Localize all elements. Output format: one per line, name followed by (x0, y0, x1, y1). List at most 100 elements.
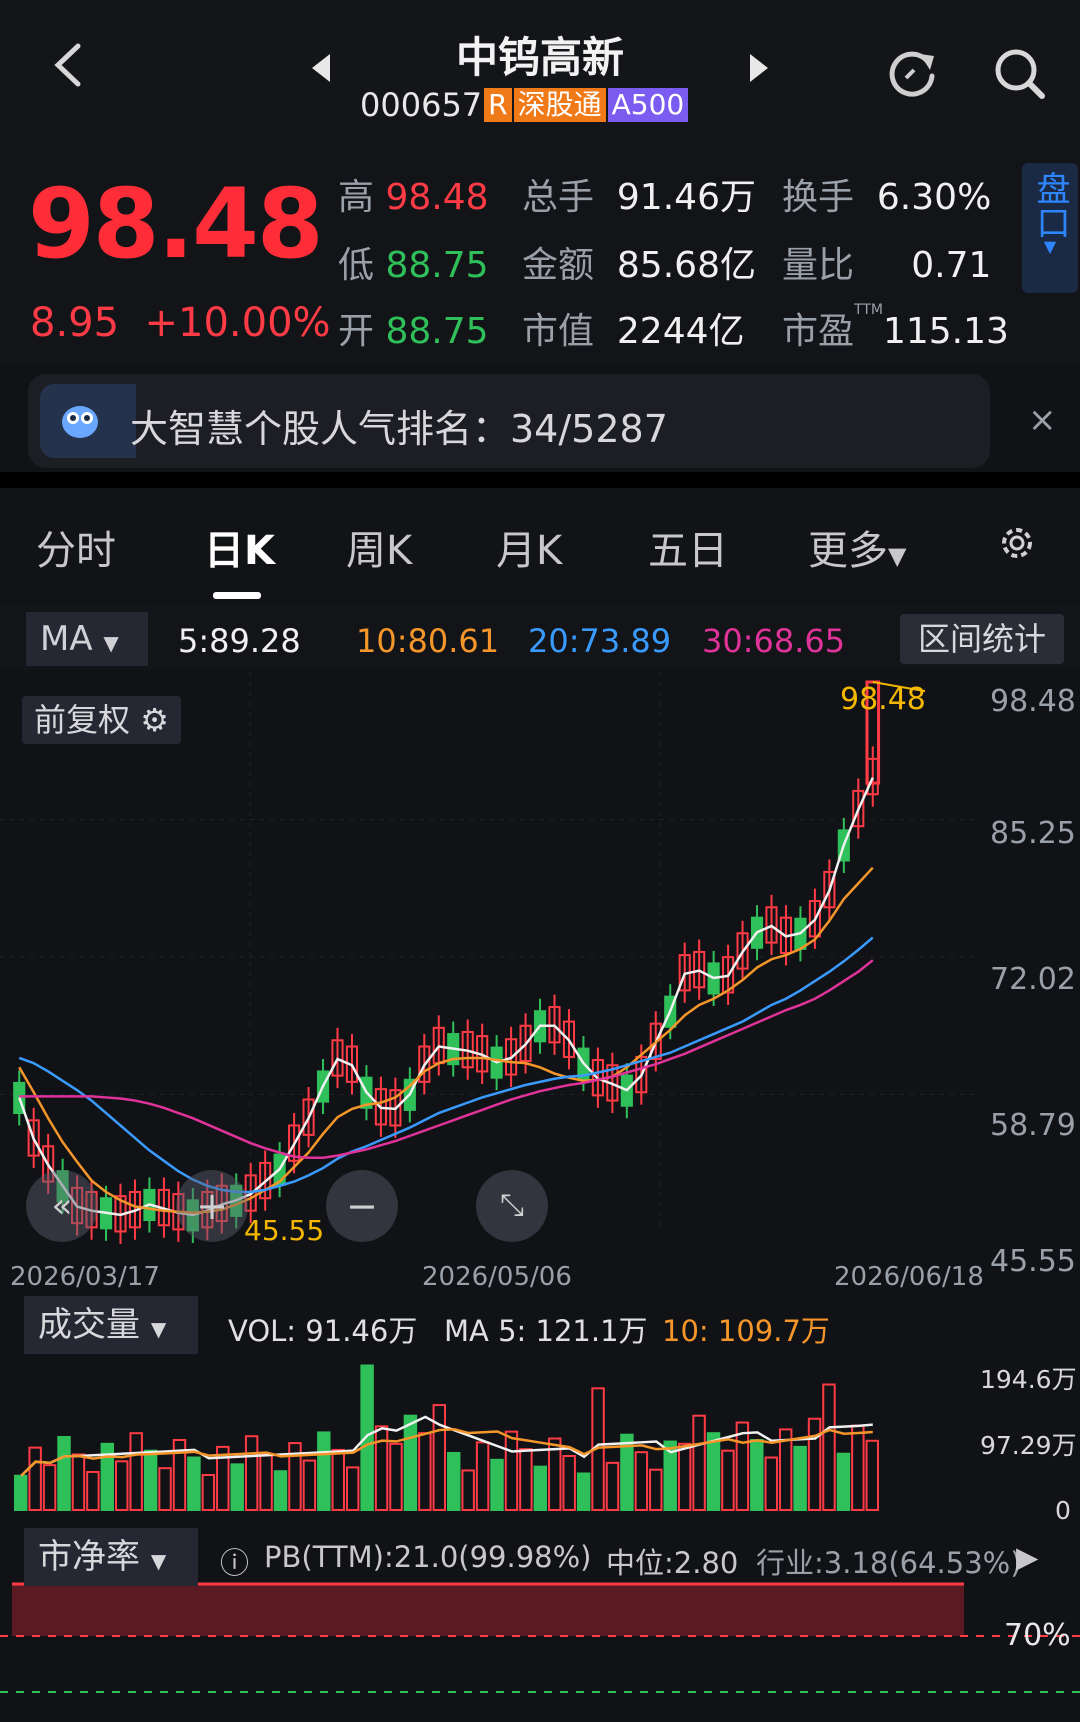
volume-bar (14, 1474, 28, 1511)
left-triangle-icon[interactable] (310, 52, 332, 84)
chevron-right-icon[interactable]: ▶ (1016, 1540, 1038, 1574)
y-tick: 85.25 (990, 816, 1076, 851)
y-tick: 58.79 (990, 1108, 1076, 1143)
pb-percent-label: 70% (1004, 1618, 1071, 1653)
change-value: 8.95 (30, 300, 120, 346)
stat-label: 高 (338, 177, 375, 218)
stat-turnover: 换手 6.30% (782, 168, 991, 220)
adjust-selector[interactable]: 前复权 ⚙ (22, 696, 181, 744)
stat-volume-ratio: 量比 0.71 (782, 236, 991, 288)
stat-low: 低 88.75 (338, 236, 489, 288)
stat-value: 2244亿 (616, 311, 745, 352)
chevron-down-icon: ▼ (1043, 237, 1057, 256)
divider (0, 472, 1080, 488)
volume-bar (836, 1452, 851, 1512)
stat-label: 金额 (522, 245, 595, 286)
vol-ma10: 10: 109.7万 (662, 1314, 830, 1348)
volume-bar (230, 1463, 244, 1511)
vol-y-tick: 0 (1055, 1496, 1071, 1525)
volume-bar (273, 1470, 288, 1512)
fullscreen-icon[interactable]: ⤡ (476, 1170, 548, 1242)
pb-selector[interactable]: 市净率 ▼ (24, 1528, 198, 1586)
popularity-text: 大智慧个股人气排名：34/5287 (130, 407, 668, 451)
stat-value: 88.75 (385, 245, 489, 286)
volume-bar (576, 1472, 591, 1511)
vol-y-tick: 97.29万 (980, 1431, 1077, 1460)
tab-weekly-k[interactable]: 周K (346, 518, 412, 576)
stat-label: 量比 (782, 245, 855, 286)
tab-more[interactable]: 更多▼ (808, 518, 906, 576)
x-date: 2026/05/06 (422, 1262, 572, 1292)
x-date: 2026/06/18 (834, 1262, 984, 1292)
pb-selector-label: 市净率 (38, 1537, 140, 1577)
pb-band (12, 1584, 964, 1636)
stat-label: 低 (338, 245, 375, 286)
ma-selector[interactable]: MA ▼ (26, 612, 148, 666)
vol-y-tick: 194.6万 (980, 1365, 1077, 1394)
stat-value: 98.48 (385, 177, 489, 218)
scroll-left-icon[interactable]: « (26, 1170, 98, 1242)
stat-label: 换手 (782, 177, 855, 218)
stat-value: 6.30% (876, 177, 992, 218)
stat-volume: 总手 91.46万 (522, 168, 756, 220)
tab-monthly-k[interactable]: 月K (496, 518, 562, 576)
stat-high: 高 98.48 (338, 168, 489, 220)
chevron-down-icon: ▼ (888, 542, 907, 570)
volume-bar (750, 1439, 764, 1511)
search-icon[interactable] (990, 44, 1050, 104)
chevron-down-icon: ▼ (103, 631, 119, 655)
pb-median: 中位:2.80 (606, 1546, 739, 1580)
pe-ttm-badge: TTM (854, 302, 883, 318)
tag-a500: A500 (607, 88, 689, 122)
ma20-value: 20:73.89 (528, 622, 671, 660)
chevron-down-icon: ▼ (150, 1549, 167, 1573)
ma30-text: 30:68.65 (702, 622, 846, 660)
y-tick: 72.02 (990, 962, 1076, 997)
gear-icon[interactable] (996, 522, 1038, 564)
volume-bar (490, 1458, 504, 1512)
chevron-down-icon: ▼ (150, 1317, 167, 1341)
stat-pe: 市盈TTM115.13 (782, 302, 1009, 354)
stat-label: 开 (338, 311, 375, 352)
close-icon[interactable]: × (1028, 400, 1057, 440)
stock-code: 000657 (360, 86, 483, 124)
tab-five-day[interactable]: 五日 (648, 518, 728, 576)
ma10-text: 10:80.61 (356, 622, 500, 660)
stat-value: 91.46万 (616, 177, 756, 218)
volume-bar (57, 1435, 71, 1512)
volume-bar (360, 1364, 374, 1512)
stock-code-row: 000657 R 深股通 A500 (360, 86, 689, 124)
tab-daily-k[interactable]: 日K (204, 518, 275, 576)
zoom-in-icon[interactable]: + (176, 1170, 248, 1242)
volume-bar (403, 1414, 418, 1511)
zoom-out-icon[interactable]: − (326, 1170, 398, 1242)
stat-value: 0.71 (911, 245, 992, 286)
ma-selector-label: MA (40, 619, 93, 659)
volume-bar (447, 1451, 461, 1511)
pb-value: PB(TTM):21.0(99.98%) (264, 1540, 592, 1574)
price-change: 8.95 +10.00% (30, 300, 331, 346)
pankou-button[interactable]: 盘口 ▼ (1022, 163, 1078, 293)
stat-value: 115.13 (882, 311, 1009, 352)
owl-logo-icon (40, 384, 136, 458)
right-triangle-icon[interactable] (748, 52, 770, 84)
info-icon[interactable]: ⓘ (220, 1540, 249, 1582)
volume-selector[interactable]: 成交量 ▼ (24, 1296, 198, 1354)
volume-bar (706, 1432, 721, 1512)
tag-shenguotong: 深股通 (513, 88, 606, 122)
change-percent: +10.00% (144, 300, 331, 346)
active-tab-indicator (213, 592, 261, 599)
volume-bar (533, 1465, 548, 1511)
x-date: 2026/03/17 (10, 1262, 160, 1292)
stat-value: 85.68亿 (616, 245, 756, 286)
volume-selector-label: 成交量 (38, 1305, 140, 1345)
stat-label: 市值 (522, 311, 595, 352)
tab-intraday[interactable]: 分时 (36, 518, 116, 576)
ma5-value: 5:89.28 (178, 622, 301, 660)
refresh-icon[interactable] (884, 46, 940, 102)
back-chevron-icon[interactable] (48, 40, 88, 90)
ma30-value: 30:68.65 (702, 622, 845, 660)
stat-amount: 金额 85.68亿 (522, 236, 756, 288)
volume-bar (317, 1431, 331, 1511)
range-stats-button[interactable]: 区间统计 (900, 614, 1064, 664)
